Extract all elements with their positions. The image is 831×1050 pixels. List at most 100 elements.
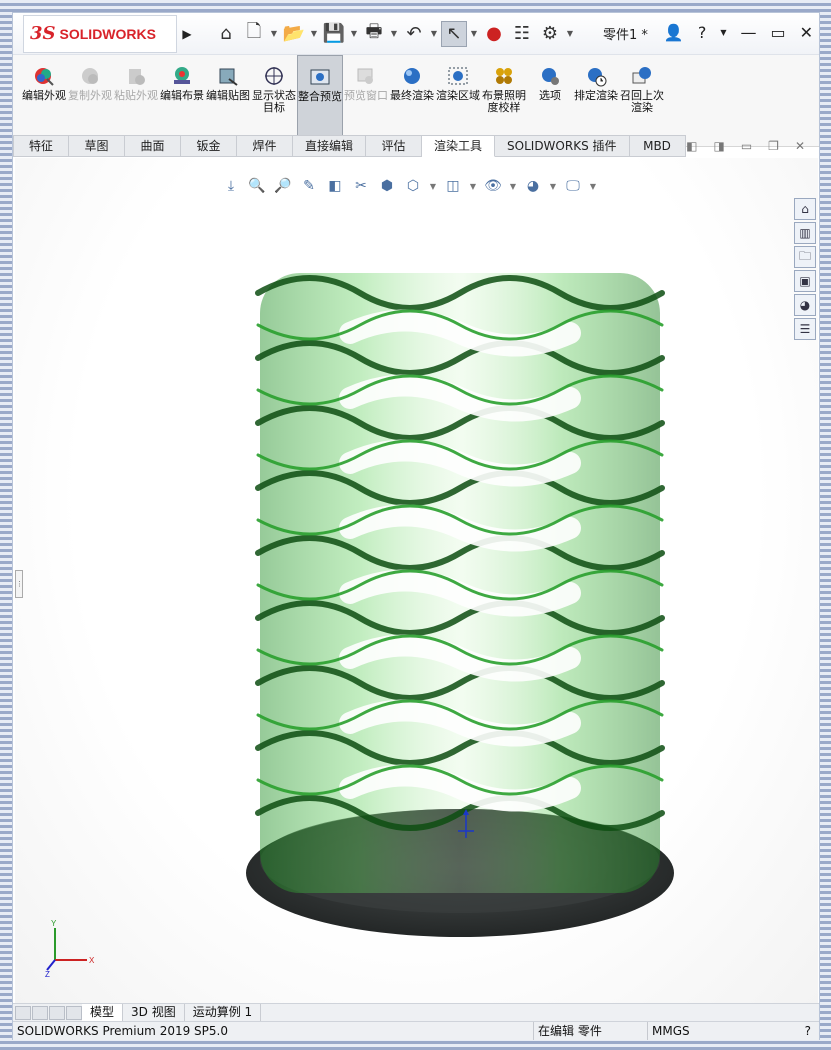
- final-render-button[interactable]: 最终渲染: [389, 55, 435, 145]
- section-view-icon[interactable]: ◧: [324, 178, 346, 194]
- user-icon[interactable]: 👤: [664, 23, 684, 42]
- options-gear-icon[interactable]: ⚙: [537, 21, 563, 47]
- view-palette-icon[interactable]: ▣: [794, 270, 816, 292]
- final-render-label: 最终渲染: [390, 89, 434, 102]
- close-button[interactable]: ✕: [800, 23, 813, 42]
- display-state-target-button[interactable]: 显示状态目标: [251, 55, 297, 145]
- solidworks-resources-icon[interactable]: ⌂: [794, 198, 816, 220]
- help-icon[interactable]: ?: [698, 23, 707, 42]
- home-icon[interactable]: ⌂: [213, 21, 239, 47]
- hide-show-items-icon[interactable]: ◫: [442, 178, 464, 194]
- tab-features[interactable]: 特征: [13, 135, 69, 157]
- print-dropdown-icon[interactable]: ▼: [389, 29, 399, 38]
- open-dropdown-icon[interactable]: ▼: [309, 29, 319, 38]
- tab-sketch[interactable]: 草图: [69, 135, 125, 157]
- display-style-dropdown-icon[interactable]: ▼: [428, 182, 438, 191]
- view-settings-dropdown-icon[interactable]: ▼: [588, 182, 598, 191]
- tab-solidworks-addins[interactable]: SOLIDWORKS 插件: [495, 135, 630, 157]
- paste-appearance-button[interactable]: 粘贴外观: [113, 55, 159, 145]
- select-pointer-icon[interactable]: ↖: [441, 20, 467, 47]
- print-icon[interactable]: 🖶: [361, 21, 387, 47]
- doc-minimize-icon[interactable]: ▭: [741, 139, 752, 153]
- edit-decal-button[interactable]: 编辑贴图: [205, 55, 251, 145]
- options-icon: [542, 68, 559, 85]
- tab-direct-editing[interactable]: 直接编辑: [293, 135, 367, 157]
- last-tab-icon[interactable]: [66, 1005, 82, 1020]
- undo-icon[interactable]: ↶: [401, 21, 427, 47]
- rebuild-icon[interactable]: ●: [481, 21, 507, 47]
- scene-dropdown-icon[interactable]: ▼: [548, 182, 558, 191]
- rendered-model[interactable]: [230, 253, 690, 963]
- tab-weldments[interactable]: 焊件: [237, 135, 293, 157]
- previous-doc-icon[interactable]: ◧: [686, 139, 697, 153]
- prev-tab-icon[interactable]: [32, 1005, 48, 1020]
- preview-window-button[interactable]: 预览窗口: [343, 55, 389, 145]
- integrated-preview-button[interactable]: 整合预览: [297, 55, 343, 145]
- open-icon[interactable]: 📂: [281, 21, 307, 47]
- previous-view-icon[interactable]: ✎: [298, 178, 320, 194]
- appearances-scenes-icon[interactable]: ◕: [794, 294, 816, 316]
- tab-surfaces[interactable]: 曲面: [125, 135, 181, 157]
- edit-appearance-button[interactable]: 编辑外观: [21, 55, 67, 145]
- view-cube-icon[interactable]: ⬢: [376, 178, 398, 194]
- new-dropdown-icon[interactable]: ▼: [269, 29, 279, 38]
- doc-close-icon[interactable]: ✕: [795, 139, 805, 153]
- file-properties-icon[interactable]: ☷: [509, 21, 535, 47]
- product-version: SOLIDWORKS Premium 2019 SP5.0: [17, 1024, 228, 1038]
- minimize-button[interactable]: —: [740, 23, 756, 42]
- new-document-icon[interactable]: 🗋: [241, 21, 267, 47]
- scene-illumination-proof-button[interactable]: 布景照明度校样: [481, 55, 527, 145]
- appearance-dropdown-icon[interactable]: ▼: [508, 182, 518, 191]
- restore-button[interactable]: ▭: [770, 23, 785, 42]
- options-dropdown-icon[interactable]: ▼: [565, 29, 575, 38]
- select-dropdown-icon[interactable]: ▼: [469, 29, 479, 38]
- command-tabs: 特征 草图 曲面 钣金 焊件 直接编辑 评估 渲染工具 SOLIDWORKS 插…: [13, 135, 686, 157]
- copy-appearance-button[interactable]: 复制外观: [67, 55, 113, 145]
- zoom-to-area-icon[interactable]: 🔎: [272, 178, 294, 194]
- triad-z-label: Z: [45, 970, 50, 978]
- design-library-icon[interactable]: ▥: [794, 222, 816, 244]
- edit-appearance-view-icon[interactable]: 👁: [482, 178, 504, 194]
- tab-evaluate[interactable]: 评估: [366, 135, 423, 157]
- tab-3d-view[interactable]: 3D 视图: [123, 1003, 185, 1022]
- hide-show-dropdown-icon[interactable]: ▼: [468, 182, 478, 191]
- reference-triad: Y X Z: [45, 919, 95, 978]
- view-settings-icon[interactable]: 🖵: [562, 178, 584, 194]
- viewport-window-controls: ◧ ◨ ▭ ❐ ✕: [686, 139, 805, 153]
- zoom-to-fit-icon[interactable]: 🔍: [246, 178, 268, 194]
- next-doc-icon[interactable]: ◨: [713, 139, 724, 153]
- render-region-button[interactable]: 渲染区域: [435, 55, 481, 145]
- tab-sheet-metal[interactable]: 钣金: [181, 135, 237, 157]
- dynamic-annotation-icon[interactable]: ✂: [350, 178, 372, 194]
- help-dropdown-icon[interactable]: ▼: [720, 28, 726, 37]
- save-dropdown-icon[interactable]: ▼: [349, 29, 359, 38]
- task-pane-tabs: ⌂ ▥ 🗀 ▣ ◕ ☰: [794, 198, 818, 340]
- next-tab-icon[interactable]: [49, 1005, 65, 1020]
- feature-manager-toggle[interactable]: ⋮: [15, 570, 23, 598]
- render-region-label: 渲染区域: [436, 89, 480, 102]
- apply-scene-icon[interactable]: ◕: [522, 178, 544, 194]
- first-tab-icon[interactable]: [15, 1005, 31, 1020]
- solidworks-logo[interactable]: 3S SOLIDWORKS: [23, 14, 177, 53]
- window-controls: 👤 ? ▼ — ▭ ✕: [664, 23, 813, 42]
- custom-properties-icon[interactable]: ☰: [794, 318, 816, 340]
- save-icon[interactable]: 💾: [321, 21, 347, 47]
- display-style-icon[interactable]: ⬡: [402, 178, 424, 194]
- tab-mbd[interactable]: MBD: [629, 135, 686, 157]
- schedule-render-button[interactable]: 排定渲染: [573, 55, 619, 145]
- tab-render-tools[interactable]: 渲染工具: [422, 135, 496, 157]
- unit-system[interactable]: MMGS: [647, 1022, 690, 1040]
- menu-expand-arrow[interactable]: ▶: [177, 27, 197, 41]
- file-explorer-icon[interactable]: 🗀: [794, 246, 816, 268]
- doc-restore-icon[interactable]: ❐: [768, 139, 779, 153]
- edit-scene-button[interactable]: 编辑布景: [159, 55, 205, 145]
- view-orientation-icon[interactable]: ⤓: [220, 178, 242, 194]
- schedule-render-icon: [588, 68, 607, 87]
- options-button[interactable]: 选项: [527, 55, 573, 145]
- graphics-area[interactable]: ⤓ 🔍 🔎 ✎ ◧ ✂ ⬢ ⬡ ▼ ◫ ▼ 👁 ▼ ◕ ▼ 🖵 ▼ ⌂ ▥ 🗀 …: [15, 158, 818, 1003]
- help-status-icon[interactable]: ?: [805, 1022, 811, 1040]
- tab-motion-study[interactable]: 运动算例 1: [185, 1003, 262, 1022]
- tab-model[interactable]: 模型: [82, 1003, 124, 1022]
- undo-dropdown-icon[interactable]: ▼: [429, 29, 439, 38]
- recall-last-render-button[interactable]: 召回上次渲染: [619, 55, 665, 145]
